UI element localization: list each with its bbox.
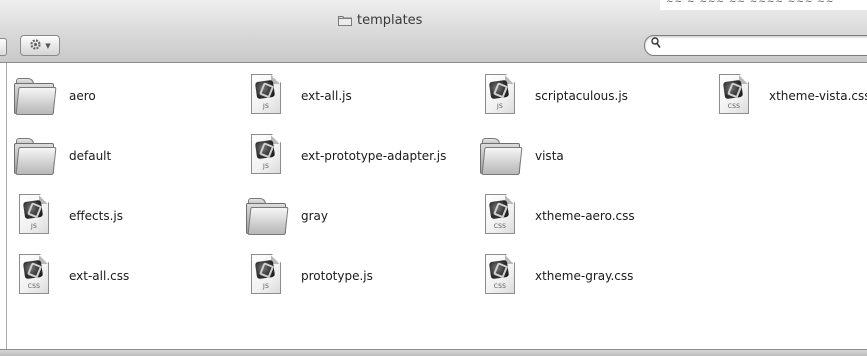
file-item[interactable]: aero	[11, 71, 241, 121]
file-item[interactable]: JS scriptaculous.js	[477, 71, 707, 121]
file-name: gray	[301, 209, 329, 223]
file-item[interactable]: CSS xtheme-vista.css	[711, 71, 867, 121]
window-title-text: templates	[357, 12, 423, 28]
file-item[interactable]: default	[11, 131, 241, 181]
folder-icon	[11, 71, 57, 121]
document-icon: JS	[243, 71, 287, 121]
folder-icon	[477, 131, 523, 181]
file-name: scriptaculous.js	[535, 89, 628, 103]
finder-window: ~~ ~ ~~~ ~~ ~~~~ ~~~ ~~ templates ▼ aero…	[0, 0, 867, 356]
file-name: xtheme-vista.css	[769, 89, 867, 103]
file-item[interactable]: JS prototype.js	[243, 251, 473, 301]
file-item[interactable]: CSS xtheme-gray.css	[477, 251, 707, 301]
file-item[interactable]: JS effects.js	[11, 191, 241, 241]
action-menu-button[interactable]: ▼	[20, 35, 60, 56]
file-name: vista	[535, 149, 564, 163]
view-button-partial[interactable]	[0, 38, 7, 56]
document-icon: CSS	[477, 251, 521, 301]
document-icon: JS	[477, 71, 521, 121]
search-input[interactable]	[665, 37, 865, 54]
chevron-down-icon: ▼	[45, 41, 51, 50]
document-icon: CSS	[711, 71, 755, 121]
file-name: ext-all.css	[69, 269, 130, 283]
status-bar	[0, 349, 867, 356]
file-item[interactable]: JS ext-all.js	[243, 71, 473, 121]
file-name: ext-all.js	[301, 89, 352, 103]
file-item[interactable]: CSS xtheme-aero.css	[477, 191, 707, 241]
document-icon: CSS	[11, 251, 55, 301]
file-name: xtheme-gray.css	[535, 269, 634, 283]
search-icon	[651, 37, 661, 52]
document-icon: JS	[243, 251, 287, 301]
file-name: xtheme-aero.css	[535, 209, 635, 223]
window-toolbar: ~~ ~ ~~~ ~~ ~~~~ ~~~ ~~ templates ▼	[0, 0, 867, 63]
file-name: prototype.js	[301, 269, 373, 283]
document-icon: JS	[243, 131, 287, 181]
folder-icon	[11, 131, 57, 181]
document-icon: JS	[11, 191, 55, 241]
file-item[interactable]: JS ext-prototype-adapter.js	[243, 131, 473, 181]
file-name: effects.js	[69, 209, 123, 223]
file-item[interactable]: vista	[477, 131, 707, 181]
document-icon: CSS	[477, 191, 521, 241]
file-item[interactable]: gray	[243, 191, 473, 241]
file-name: ext-prototype-adapter.js	[301, 149, 447, 163]
icon-view: aero default JS effects.js CSS ext-all.c…	[6, 63, 867, 349]
folder-icon	[338, 15, 352, 26]
background-scribble: ~~ ~ ~~~ ~~ ~~~~ ~~~ ~~	[660, 0, 867, 10]
folder-icon	[243, 191, 289, 241]
gear-icon	[29, 38, 42, 54]
search-field[interactable]	[644, 35, 867, 56]
file-name: aero	[69, 89, 96, 103]
file-item[interactable]: CSS ext-all.css	[11, 251, 241, 301]
file-name: default	[69, 149, 112, 163]
window-title: templates	[338, 12, 422, 28]
